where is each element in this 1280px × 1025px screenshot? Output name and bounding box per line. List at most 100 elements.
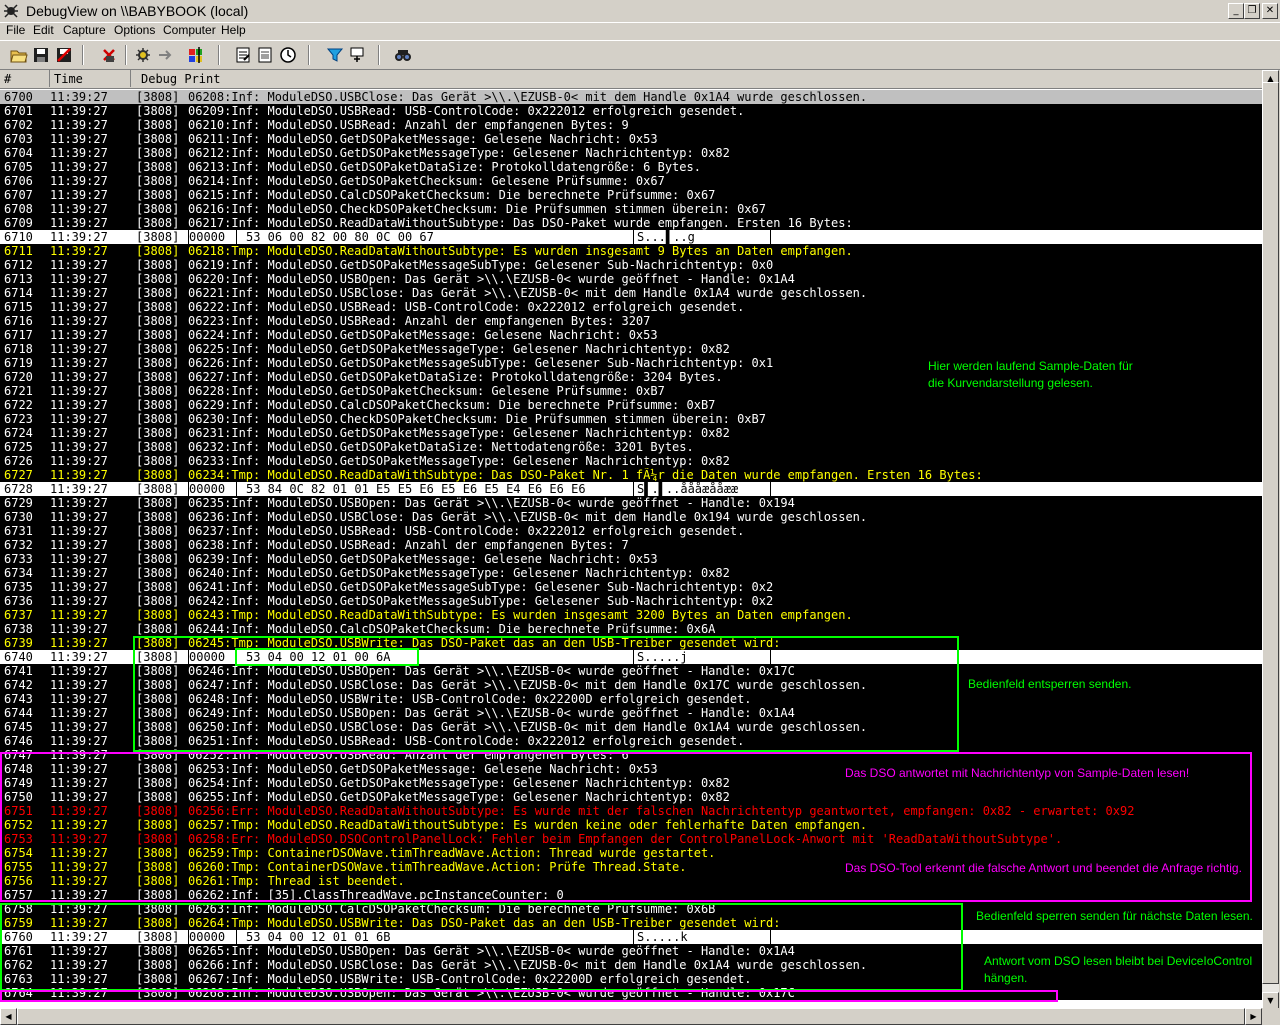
capture-icon[interactable]	[134, 46, 152, 64]
row-pid: [3808]	[136, 538, 180, 552]
log-row[interactable]: 6725 11:39:27 [3808] 06232:Inf: ModuleDSO.G…	[0, 440, 1262, 454]
row-pid: [3808]	[136, 132, 180, 146]
row-message: 06215:Inf: ModuleDSO.CalcDSOPaketChecksu…	[188, 188, 716, 202]
log-row[interactable]: 6701 11:39:27 [3808] 06209:Inf: ModuleDSO.U…	[0, 104, 1262, 118]
filter-icon[interactable]	[326, 46, 344, 64]
horizontal-scroll-thumb[interactable]	[17, 1008, 1245, 1025]
log-row[interactable]: 6709 11:39:27 [3808] 06217:Inf: ModuleDSO.R…	[0, 216, 1262, 230]
log-row[interactable]: 6700 11:39:27 [3808] 06208:Inf: ModuleDSO.U…	[0, 90, 1262, 104]
find-icon[interactable]	[394, 46, 412, 64]
menu-edit[interactable]: Edit	[33, 23, 54, 37]
annotation-box-hang	[0, 990, 1058, 1002]
log-row[interactable]: 6718 11:39:27 [3808] 06225:Inf: ModuleDSO.G…	[0, 342, 1262, 356]
menu-options[interactable]: Options	[114, 23, 155, 37]
log-row[interactable]: 6732 11:39:27 [3808] 06238:Inf: ModuleDSO.U…	[0, 538, 1262, 552]
clock-icon[interactable]	[279, 46, 297, 64]
annotation-box-unlock-bytes	[235, 648, 419, 666]
log-row[interactable]: 6735 11:39:27 [3808] 06241:Inf: ModuleDSO.G…	[0, 580, 1262, 594]
row-message: 06208:Inf: ModuleDSO.USBClose: Das Gerät…	[188, 90, 868, 104]
log-row[interactable]: 6704 11:39:27 [3808] 06212:Inf: ModuleDSO.G…	[0, 146, 1262, 160]
menu-file[interactable]: File	[6, 23, 25, 37]
row-time: 11:39:27	[50, 412, 108, 426]
history-icon[interactable]	[234, 46, 252, 64]
log-row[interactable]: 6708 11:39:27 [3808] 06216:Inf: ModuleDSO.C…	[0, 202, 1262, 216]
row-time: 11:39:27	[50, 300, 108, 314]
row-message: 00000	[188, 482, 226, 496]
row-number: 6743	[4, 692, 33, 706]
row-time: 11:39:27	[50, 426, 108, 440]
log-row[interactable]: 6713 11:39:27 [3808] 06220:Inf: ModuleDSO.U…	[0, 272, 1262, 286]
log-row[interactable]: 6727 11:39:27 [3808] 06234:Tmp: ModuleDSO.R…	[0, 468, 1262, 482]
row-time: 11:39:27	[50, 90, 108, 104]
hex-separator	[770, 482, 771, 496]
hex-separator	[633, 230, 634, 244]
save-icon[interactable]	[32, 46, 50, 64]
log-row[interactable]: 6703 11:39:27 [3808] 06211:Inf: ModuleDSO.G…	[0, 132, 1262, 146]
highlight-icon[interactable]	[256, 46, 274, 64]
vertical-scroll-thumb[interactable]	[1262, 82, 1279, 984]
menu-computer[interactable]: Computer	[163, 23, 216, 37]
log-row[interactable]: 6716 11:39:27 [3808] 06223:Inf: ModuleDSO.U…	[0, 314, 1262, 328]
log-row[interactable]: 6724 11:39:27 [3808] 06231:Inf: ModuleDSO.G…	[0, 426, 1262, 440]
row-message: 06223:Inf: ModuleDSO.USBRead: Anzahl der…	[188, 314, 651, 328]
row-number: 6726	[4, 454, 33, 468]
log-row[interactable]: 6702 11:39:27 [3808] 06210:Inf: ModuleDSO.U…	[0, 118, 1262, 132]
log-row[interactable]: 6728 11:39:27 [3808] 00000 53 84 0C 82 01 01…	[0, 482, 1262, 496]
highlight-filter-icon[interactable]	[348, 46, 366, 64]
scroll-down-button[interactable]: ▼	[1262, 992, 1279, 1009]
row-pid: [3808]	[136, 300, 180, 314]
row-time: 11:39:27	[50, 118, 108, 132]
horizontal-scrollbar[interactable]: ◀ ▶	[0, 1008, 1262, 1025]
log-row[interactable]: 6715 11:39:27 [3808] 06222:Inf: ModuleDSO.U…	[0, 300, 1262, 314]
log-row[interactable]: 6706 11:39:27 [3808] 06214:Inf: ModuleDSO.G…	[0, 174, 1262, 188]
row-number: 6714	[4, 286, 33, 300]
menu-help[interactable]: Help	[221, 23, 246, 37]
log-row[interactable]: 6723 11:39:27 [3808] 06230:Inf: ModuleDSO.C…	[0, 412, 1262, 426]
log-row[interactable]: 6717 11:39:27 [3808] 06224:Inf: ModuleDSO.G…	[0, 328, 1262, 342]
menu-capture[interactable]: Capture	[63, 23, 106, 37]
minimize-button[interactable]: _	[1228, 3, 1244, 19]
log-row[interactable]: 6736 11:39:27 [3808] 06242:Inf: ModuleDSO.G…	[0, 594, 1262, 608]
log-row[interactable]: 6738 11:39:27 [3808] 06244:Inf: ModuleDSO.C…	[0, 622, 1262, 636]
toolbar-separator	[378, 45, 380, 65]
row-number: 6723	[4, 412, 33, 426]
log-row[interactable]: 6710 11:39:27 [3808] 00000 53 06 00 82 00 80…	[0, 230, 1262, 244]
log-row[interactable]: 6705 11:39:27 [3808] 06213:Inf: ModuleDSO.G…	[0, 160, 1262, 174]
open-icon[interactable]	[10, 46, 28, 64]
column-header-debug-print[interactable]: Debug Print	[131, 70, 1262, 87]
column-header-time[interactable]: Time	[50, 70, 131, 87]
autoscroll-icon[interactable]	[157, 46, 175, 64]
log-row[interactable]: 6729 11:39:27 [3808] 06235:Inf: ModuleDSO.U…	[0, 496, 1262, 510]
resize-grip[interactable]	[1262, 1008, 1280, 1024]
log-row[interactable]: 6730 11:39:27 [3808] 06236:Inf: ModuleDSO.U…	[0, 510, 1262, 524]
log-row[interactable]: 6707 11:39:27 [3808] 06215:Inf: ModuleDSO.C…	[0, 188, 1262, 202]
erase-icon[interactable]	[100, 46, 118, 64]
log-row[interactable]: 6726 11:39:27 [3808] 06233:Inf: ModuleDSO.G…	[0, 454, 1262, 468]
row-time: 11:39:27	[50, 664, 108, 678]
capture-win32-icon[interactable]	[187, 46, 205, 64]
annotation-device-io: Antwort vom DSO lesen bleibt bei DeviceI…	[984, 953, 1252, 987]
log-row[interactable]: 6722 11:39:27 [3808] 06229:Inf: ModuleDSO.C…	[0, 398, 1262, 412]
log-row[interactable]: 6714 11:39:27 [3808] 06221:Inf: ModuleDSO.U…	[0, 286, 1262, 300]
row-message: 00000	[188, 230, 226, 244]
restore-button[interactable]: ❐	[1244, 3, 1260, 19]
clear-save-icon[interactable]	[55, 46, 73, 64]
column-header-number[interactable]: #	[0, 70, 50, 87]
log-row[interactable]: 6711 11:39:27 [3808] 06218:Tmp: ModuleDSO.R…	[0, 244, 1262, 258]
scroll-left-button[interactable]: ◀	[0, 1008, 17, 1025]
log-row[interactable]: 6734 11:39:27 [3808] 06240:Inf: ModuleDSO.G…	[0, 566, 1262, 580]
row-time: 11:39:27	[50, 678, 108, 692]
row-message: 06233:Inf: ModuleDSO.GetDSOPaketMessageT…	[188, 454, 730, 468]
log-row[interactable]: 6737 11:39:27 [3808] 06243:Tmp: ModuleDSO.R…	[0, 608, 1262, 622]
scroll-right-button[interactable]: ▶	[1245, 1008, 1262, 1025]
vertical-scrollbar[interactable]: ▲ ▼	[1262, 70, 1279, 1010]
log-row[interactable]: 6731 11:39:27 [3808] 06237:Inf: ModuleDSO.U…	[0, 524, 1262, 538]
log-row[interactable]: 6733 11:39:27 [3808] 06239:Inf: ModuleDSO.G…	[0, 552, 1262, 566]
log-row[interactable]: 6712 11:39:27 [3808] 06219:Inf: ModuleDSO.G…	[0, 258, 1262, 272]
list-header: # Time Debug Print	[0, 70, 1262, 89]
close-button[interactable]: ✕	[1262, 3, 1278, 19]
row-message: 06217:Inf: ModuleDSO.ReadDataWithoutSubt…	[188, 216, 853, 230]
row-time: 11:39:27	[50, 454, 108, 468]
annotation-box-lock	[0, 903, 963, 991]
row-time: 11:39:27	[50, 650, 108, 664]
